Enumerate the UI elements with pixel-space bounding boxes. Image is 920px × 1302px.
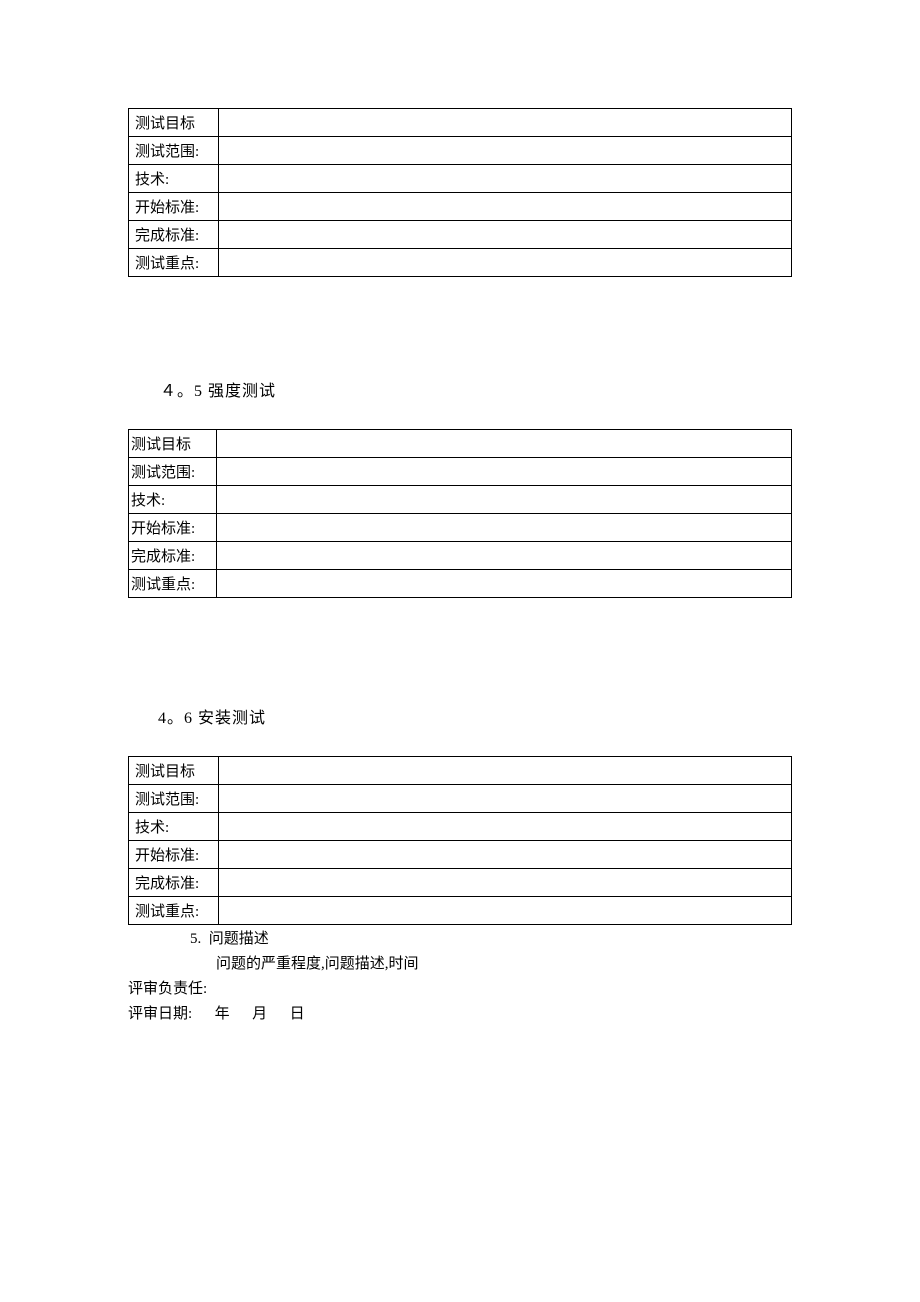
row-label: 开始标准: bbox=[129, 193, 219, 221]
row-label: 开始标准: bbox=[129, 514, 217, 542]
section-5-desc: 问题的严重程度,问题描述,时间 bbox=[216, 952, 792, 973]
row-label: 测试重点: bbox=[129, 570, 217, 598]
section-heading-46: 4。6 安装测试 bbox=[158, 704, 792, 728]
table-row: 完成标准: bbox=[129, 221, 792, 249]
table-row: 开始标准: bbox=[129, 193, 792, 221]
test-table-2: 测试目标 测试范围: 技术: 开始标准: 完成标准: 测试重点: bbox=[128, 429, 792, 598]
row-label: 测试范围: bbox=[129, 785, 219, 813]
table-row: 测试重点: bbox=[129, 249, 792, 277]
row-label: 完成标准: bbox=[129, 221, 219, 249]
row-value bbox=[219, 221, 792, 249]
section-heading-45: ４。5 强度测试 bbox=[160, 377, 792, 401]
row-label: 开始标准: bbox=[129, 841, 219, 869]
section-5: 5. 问题描述 问题的严重程度,问题描述,时间 bbox=[128, 927, 792, 973]
review-responsible: 评审负责任: bbox=[128, 977, 792, 998]
row-value bbox=[217, 430, 792, 458]
table-row: 完成标准: bbox=[129, 542, 792, 570]
row-label: 完成标准: bbox=[129, 542, 217, 570]
row-value bbox=[219, 869, 792, 897]
table-row: 测试范围: bbox=[129, 785, 792, 813]
row-value bbox=[219, 165, 792, 193]
row-label: 完成标准: bbox=[129, 869, 219, 897]
table-row: 开始标准: bbox=[129, 514, 792, 542]
row-label: 测试范围: bbox=[129, 137, 219, 165]
row-value bbox=[219, 813, 792, 841]
row-value bbox=[219, 249, 792, 277]
review-date: 评审日期: 年 月 日 bbox=[128, 1002, 792, 1023]
row-value bbox=[219, 137, 792, 165]
row-value bbox=[219, 841, 792, 869]
table-row: 测试目标 bbox=[129, 757, 792, 785]
row-label: 技术: bbox=[129, 486, 217, 514]
row-label: 技术: bbox=[129, 813, 219, 841]
row-value bbox=[217, 458, 792, 486]
test-table-3: 测试目标 测试范围: 技术: 开始标准: 完成标准: 测试重点: bbox=[128, 756, 792, 925]
row-value bbox=[219, 757, 792, 785]
table-row: 技术: bbox=[129, 813, 792, 841]
table-row: 技术: bbox=[129, 165, 792, 193]
row-label: 测试目标 bbox=[129, 430, 217, 458]
table-row: 开始标准: bbox=[129, 841, 792, 869]
table-row: 完成标准: bbox=[129, 869, 792, 897]
row-value bbox=[217, 486, 792, 514]
row-label: 测试目标 bbox=[129, 109, 219, 137]
row-label: 测试重点: bbox=[129, 897, 219, 925]
table-row: 测试重点: bbox=[129, 897, 792, 925]
table-row: 测试重点: bbox=[129, 570, 792, 598]
row-value bbox=[219, 897, 792, 925]
row-value bbox=[219, 109, 792, 137]
row-value bbox=[219, 785, 792, 813]
table-row: 技术: bbox=[129, 486, 792, 514]
row-value bbox=[217, 570, 792, 598]
row-value bbox=[219, 193, 792, 221]
section-5-title: 5. 问题描述 bbox=[190, 927, 792, 948]
row-label: 测试目标 bbox=[129, 757, 219, 785]
table-row: 测试目标 bbox=[129, 109, 792, 137]
table-row: 测试范围: bbox=[129, 458, 792, 486]
row-value bbox=[217, 514, 792, 542]
row-label: 技术: bbox=[129, 165, 219, 193]
test-table-1: 测试目标 测试范围: 技术: 开始标准: 完成标准: 测试重点: bbox=[128, 108, 792, 277]
table-row: 测试目标 bbox=[129, 430, 792, 458]
row-label: 测试范围: bbox=[129, 458, 217, 486]
row-value bbox=[217, 542, 792, 570]
row-label: 测试重点: bbox=[129, 249, 219, 277]
table-row: 测试范围: bbox=[129, 137, 792, 165]
